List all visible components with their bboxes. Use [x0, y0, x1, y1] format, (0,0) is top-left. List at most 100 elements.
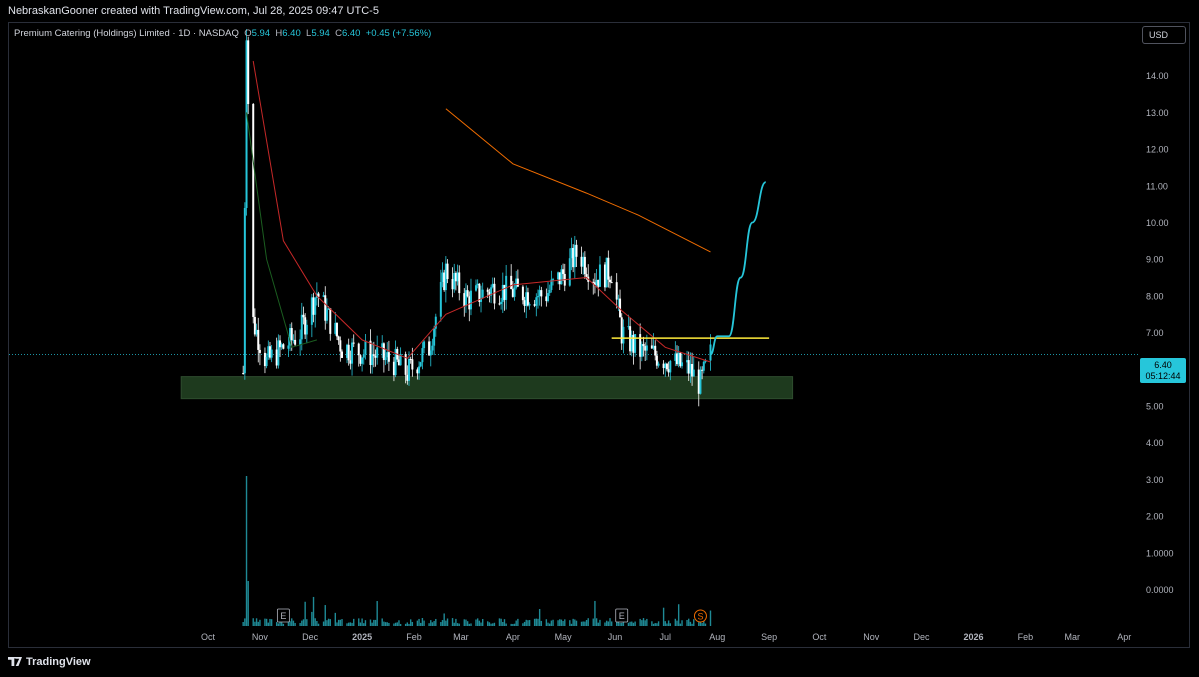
volume-bar: [337, 619, 340, 626]
volume-bar: [676, 620, 678, 626]
candle-body: [610, 282, 613, 284]
candle-body: [609, 279, 611, 283]
volume-bar: [552, 619, 554, 626]
volume-bar: [595, 618, 598, 626]
volume-bar: [631, 621, 633, 626]
time-tick-label: Dec: [914, 632, 931, 642]
volume-bar: [329, 619, 331, 626]
volume-bar: [564, 619, 566, 626]
candle-body: [709, 344, 712, 361]
symbol-legend[interactable]: Premium Catering (Holdings) Limited · 1D…: [14, 28, 431, 39]
volume-bar: [322, 621, 325, 626]
volume-bar: [465, 619, 467, 626]
volume-bar: [549, 623, 551, 626]
candle-body: [376, 347, 379, 358]
volume-bar: [689, 621, 692, 626]
volume-bar: [515, 620, 517, 626]
tradingview-brand: TradingView: [26, 656, 91, 668]
time-tick-label: Sep: [761, 632, 777, 642]
volume-bar: [361, 618, 363, 626]
candle-body: [302, 314, 305, 318]
volume-bar: [420, 622, 422, 626]
candle-body: [270, 349, 273, 358]
volume-bar: [294, 622, 296, 626]
volume-bars: [242, 476, 712, 626]
volume-bar: [533, 618, 536, 626]
volume-bar: [451, 618, 454, 626]
candle-body: [583, 256, 586, 275]
volume-bar: [609, 618, 611, 626]
volume-bar: [512, 623, 514, 626]
time-tick-label: Feb: [406, 632, 422, 642]
time-tick-label: Feb: [1018, 632, 1034, 642]
volume-bar: [664, 621, 666, 626]
volume-bar: [545, 619, 548, 626]
volume-bar: [373, 619, 375, 626]
candle-body: [547, 293, 550, 302]
volume-bar: [505, 623, 507, 626]
volume-bar: [701, 623, 703, 626]
volume-bar: [369, 619, 372, 626]
volume-bar: [550, 620, 553, 626]
volume-bar: [560, 619, 563, 626]
volume-bar: [341, 619, 343, 626]
volume-bar: [582, 621, 584, 626]
tradingview-logo[interactable]: TradingView: [8, 656, 91, 668]
volume-bar: [386, 622, 388, 626]
candle-body: [282, 344, 285, 349]
volume-bar: [289, 621, 291, 626]
volume-bar: [428, 623, 430, 626]
candle-body: [341, 351, 343, 358]
candle-body: [475, 285, 477, 291]
volume-bar: [312, 596, 315, 626]
volume-bar: [259, 619, 261, 626]
candle-body: [347, 344, 350, 361]
volume-bar: [592, 618, 594, 626]
tradingview-logo-icon: [8, 657, 22, 666]
time-tick-label: Dec: [302, 632, 319, 642]
chart-canvas[interactable]: 15.0014.0013.0012.0011.0010.009.008.007.…: [0, 0, 1199, 677]
volume-bar: [394, 622, 397, 626]
volume-bar: [299, 622, 301, 626]
volume-bar: [646, 618, 648, 626]
volume-bar: [411, 621, 414, 626]
volume-bar: [500, 618, 502, 626]
volume-bar: [254, 621, 256, 626]
low-value: 5.94: [311, 28, 330, 39]
volume-bar: [292, 620, 295, 626]
candle-body: [314, 297, 317, 315]
volume-bar: [393, 623, 395, 626]
volume-bar: [265, 618, 268, 626]
volume-bar: [455, 618, 457, 626]
volume-bar: [704, 623, 707, 626]
volume-bar: [353, 618, 355, 626]
volume-bar: [247, 581, 249, 626]
volume-bar: [557, 620, 559, 626]
candle-body: [421, 348, 424, 363]
volume-bar: [634, 621, 636, 626]
currency-button[interactable]: USD: [1142, 26, 1186, 44]
volume-bar: [652, 623, 655, 626]
volume-bar: [349, 622, 352, 626]
volume-bar: [476, 618, 479, 626]
price-axis: 15.0014.0013.0012.0011.0010.009.008.007.…: [1146, 35, 1174, 596]
volume-bar: [398, 620, 400, 626]
volume-bar: [453, 622, 455, 626]
candle-body: [607, 257, 610, 280]
volume-bar: [580, 621, 583, 626]
price-tick-label: 9.00: [1146, 255, 1164, 265]
volume-bar: [677, 604, 680, 626]
candle-body: [364, 340, 367, 355]
candle-body: [299, 339, 302, 345]
volume-bar: [399, 623, 402, 626]
drawings: [611, 181, 770, 356]
volume-bar: [679, 623, 682, 626]
volume-bar: [317, 623, 320, 626]
volume-bar: [326, 620, 328, 626]
moving-average-line: [252, 60, 711, 363]
time-tick-label: Jul: [660, 632, 672, 642]
candle-body: [300, 314, 303, 340]
volume-bar: [301, 620, 303, 626]
volume-bar: [639, 618, 641, 626]
candle-body: [486, 289, 489, 292]
